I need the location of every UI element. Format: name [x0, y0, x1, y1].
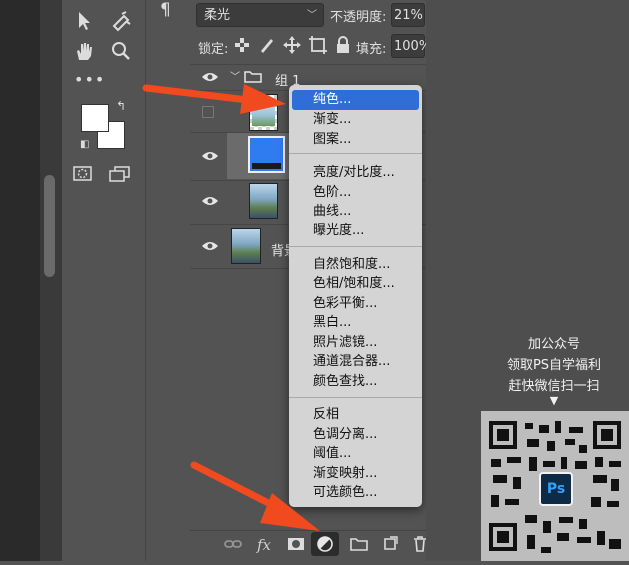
menu-item-exposure[interactable]: 曝光度... [289, 221, 422, 241]
more-tools-icon[interactable]: ••• [74, 72, 105, 88]
annotation-arrow-top [142, 84, 286, 114]
menu-item-invert[interactable]: 反相 [289, 405, 422, 425]
swap-colors-icon[interactable]: ↰ [116, 100, 126, 112]
menu-item-color-balance[interactable]: 色彩平衡... [289, 294, 422, 314]
menu-item-solid-color[interactable]: 纯色... [292, 90, 419, 110]
lock-image-pixels-icon[interactable] [258, 36, 276, 54]
new-group-folder-icon[interactable] [350, 537, 368, 551]
hand-tool-icon[interactable] [74, 40, 94, 62]
menu-item-brightness-contrast[interactable]: 亮度/对比度... [289, 163, 422, 183]
foreground-color-swatch[interactable] [81, 104, 109, 132]
lock-transparent-pixels-icon[interactable] [235, 38, 249, 52]
blend-mode-value: 柔光 [204, 8, 231, 23]
canvas-scroll-area [40, 0, 62, 561]
menu-item-levels[interactable]: 色阶... [289, 183, 422, 203]
chevron-down-icon: ﹀ [307, 10, 317, 21]
healing-brush-icon[interactable] [110, 10, 132, 32]
lock-position-icon[interactable] [283, 36, 301, 54]
menu-item-curves[interactable]: 曲线... [289, 202, 422, 222]
opacity-input[interactable]: 21% [391, 3, 425, 27]
photoshop-logo-icon: Ps [539, 472, 573, 506]
promo-line-3: 赶快微信扫一扫 [508, 379, 600, 394]
menu-item-photo-filter[interactable]: 照片滤镜... [289, 333, 422, 353]
quick-mask-icon[interactable] [73, 166, 93, 182]
lock-artboard-icon[interactable] [309, 36, 327, 54]
move-arrow-icon[interactable] [76, 10, 92, 32]
solid-color-thumbnail[interactable] [248, 136, 285, 173]
fill-label: 填充: [356, 42, 387, 57]
menu-item-gradient[interactable]: 渐变... [289, 110, 422, 130]
vertical-scrollbar[interactable] [44, 175, 55, 277]
opacity-label: 不透明度: [330, 10, 387, 25]
background-layer-thumbnail[interactable] [231, 228, 261, 264]
paragraph-icon[interactable]: ¶ [160, 2, 171, 19]
visibility-eye-icon[interactable] [201, 240, 219, 252]
new-layer-icon[interactable] [382, 536, 398, 552]
divider [190, 64, 426, 65]
fill-input[interactable]: 100% [391, 34, 431, 58]
lock-label: 锁定: [198, 42, 229, 57]
zoom-tool-icon[interactable] [110, 40, 132, 62]
menu-item-vibrance[interactable]: 自然饱和度... [289, 255, 422, 275]
document-canvas-edge [0, 0, 40, 561]
blend-mode-select[interactable]: 柔光 ﹀ [196, 3, 324, 27]
promo-line-2: 领取PS自学福利 [506, 358, 602, 373]
lock-all-icon[interactable] [336, 36, 350, 54]
promo-line-1: 加公众号 [527, 337, 580, 352]
menu-item-channel-mixer[interactable]: 通道混合器... [289, 352, 422, 372]
menu-separator [289, 153, 422, 154]
visibility-eye-icon[interactable] [201, 195, 219, 207]
menu-item-hue-saturation[interactable]: 色相/饱和度... [289, 274, 422, 294]
delete-layer-trash-icon[interactable] [413, 535, 427, 553]
menu-item-pattern[interactable]: 图案... [289, 130, 422, 150]
visibility-eye-icon[interactable] [201, 150, 219, 162]
menu-item-black-white[interactable]: 黑白... [289, 313, 422, 333]
default-colors-icon[interactable]: ◧ [80, 140, 89, 150]
annotation-arrow-bottom [190, 461, 320, 531]
screen-mode-icon[interactable] [109, 166, 131, 182]
menu-item-posterize[interactable]: 色调分离... [289, 425, 422, 445]
menu-separator [289, 246, 422, 247]
menu-item-color-lookup[interactable]: 颜色查找... [289, 372, 422, 392]
menu-separator [289, 397, 422, 398]
down-arrow-icon: ▼ [549, 394, 559, 407]
adjustment-layer-menu: 纯色... 渐变... 图案... 亮度/对比度... 色阶... 曲线... … [289, 85, 422, 507]
layer-thumbnail-photo[interactable] [249, 183, 278, 219]
